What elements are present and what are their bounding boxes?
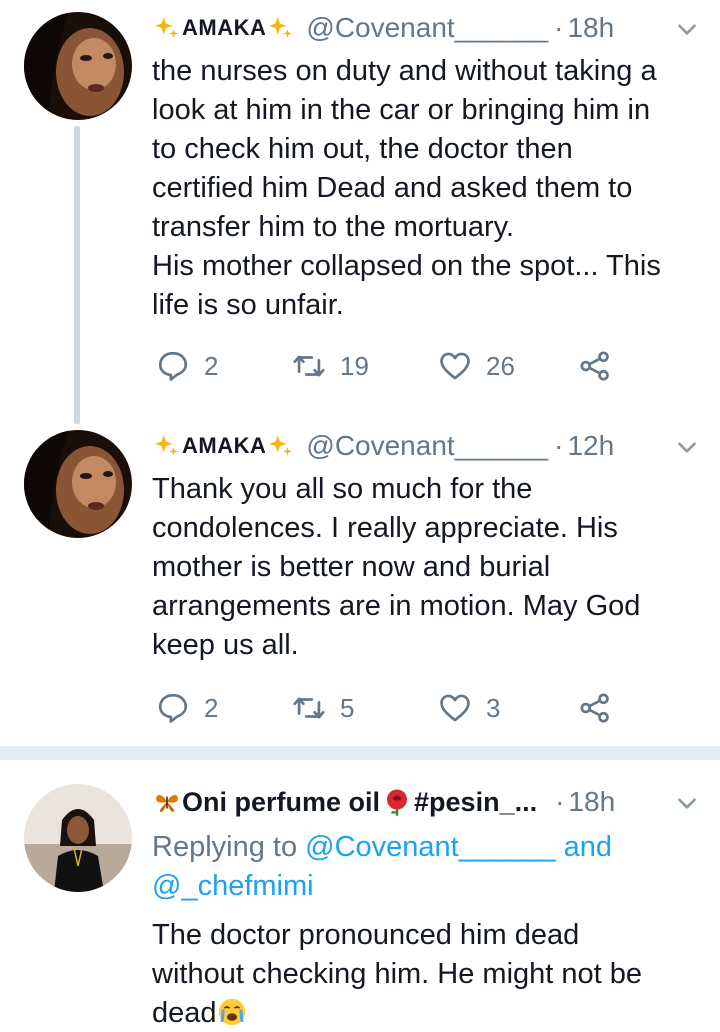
- tweet-1[interactable]: AMAKA @Covenant______ · 18h the nurses o…: [0, 0, 720, 430]
- tweet-line: mother is better now and burial: [152, 551, 551, 583]
- conversation-separator: [0, 746, 720, 760]
- tweet-last-word: dead: [152, 997, 217, 1029]
- reply-button[interactable]: 2: [156, 346, 218, 386]
- avatar[interactable]: [24, 12, 132, 120]
- reply-count: 2: [204, 350, 219, 381]
- tweet-text: The doctor pronounced him dead without c…: [152, 916, 696, 1032]
- tweet-line: look at him in the car or bringing him i…: [152, 94, 651, 126]
- crying-face-icon: [218, 998, 245, 1026]
- tweet-header: AMAKA @Covenant______ · 18h: [152, 8, 700, 48]
- retweet-count: 5: [340, 692, 355, 723]
- like-count: 26: [486, 350, 515, 381]
- reply-icon: [158, 693, 188, 723]
- replying-and[interactable]: and: [556, 831, 612, 863]
- replying-to-label: Replying to: [152, 831, 306, 863]
- tweet-line: keep us all.: [152, 629, 299, 661]
- rose-icon: [387, 789, 408, 816]
- sparkle-icon: [269, 17, 293, 38]
- like-icon: [440, 694, 470, 722]
- display-name-text: AMAKA: [182, 433, 267, 458]
- tweet-header: AMAKA @Covenant______ · 12h: [152, 426, 700, 466]
- tweet-line: Thank you all so much for the: [152, 473, 533, 505]
- share-button[interactable]: [578, 346, 612, 386]
- like-button[interactable]: 26: [438, 346, 515, 386]
- tweet-text: the nurses on duty and without taking a …: [152, 52, 696, 325]
- tweet-line: certified him Dead and asked them to: [152, 172, 633, 204]
- user-handle[interactable]: @Covenant______: [306, 430, 548, 462]
- replying-to: Replying to @Covenant______ and @_chefmi…: [152, 828, 696, 906]
- reply-icon: [158, 351, 188, 381]
- butterfly-icon: [156, 795, 178, 812]
- tweet-header: Oni perfume oil #pesin_... · 18h: [152, 782, 700, 822]
- display-name[interactable]: AMAKA: [152, 15, 296, 41]
- mention-link[interactable]: @Covenant______: [305, 831, 555, 863]
- tweet-actions: 2 19 26: [152, 346, 632, 386]
- tweet-line: life is so unfair.: [152, 289, 344, 321]
- tweet-line: The doctor pronounced him dead: [152, 919, 580, 951]
- reply-count: 2: [204, 692, 219, 723]
- avatar[interactable]: [24, 430, 132, 538]
- display-name[interactable]: AMAKA: [152, 433, 296, 459]
- tweet-line: without checking him. He might not be: [152, 958, 643, 990]
- tweet-line: arrangements are in motion. May God: [152, 590, 641, 622]
- chevron-down-icon[interactable]: [674, 16, 700, 42]
- like-button[interactable]: 3: [438, 688, 500, 728]
- display-name[interactable]: Oni perfume oil #pesin_...: [152, 787, 537, 818]
- timestamp[interactable]: 18h: [568, 786, 615, 818]
- sparkle-icon: [269, 435, 293, 456]
- tweet-2[interactable]: AMAKA @Covenant______ · 12h Thank you al…: [0, 418, 720, 746]
- timestamp[interactable]: 12h: [567, 430, 614, 462]
- tweet-line: the nurses on duty and without taking a: [152, 55, 657, 87]
- user-handle[interactable]: @Covenant______: [306, 12, 548, 44]
- tweet-line: transfer him to the mortuary.: [152, 211, 515, 243]
- mention-link[interactable]: @_chefmimi: [152, 870, 314, 902]
- share-icon: [580, 351, 609, 381]
- tweet-text: Thank you all so much for the condolence…: [152, 470, 696, 665]
- tweet-line-last: dead: [152, 994, 696, 1032]
- chevron-down-icon[interactable]: [674, 790, 700, 816]
- sparkle-icon: [155, 17, 178, 38]
- timestamp[interactable]: 18h: [567, 12, 614, 44]
- separator-dot: ·: [554, 12, 564, 43]
- sparkle-icon: [155, 435, 178, 456]
- hashtag-text: #pesin_...: [414, 786, 538, 817]
- chevron-down-icon[interactable]: [674, 434, 700, 460]
- avatar[interactable]: [24, 784, 132, 892]
- separator-dot: ·: [555, 786, 565, 817]
- separator-dot: ·: [554, 430, 564, 461]
- display-name-text: AMAKA: [182, 15, 267, 40]
- thread-line: [74, 126, 80, 424]
- retweet-icon: [293, 697, 325, 719]
- tweet-line: to check him out, the doctor then: [152, 133, 573, 165]
- display-name-text: Oni perfume oil: [182, 786, 381, 817]
- tweet-3[interactable]: Oni perfume oil #pesin_... · 18h Replyin…: [0, 760, 720, 1032]
- share-button[interactable]: [578, 688, 612, 728]
- retweet-button[interactable]: 19: [292, 346, 369, 386]
- tweet-line: condolences. I really appreciate. His: [152, 512, 618, 544]
- like-count: 3: [486, 692, 501, 723]
- retweet-count: 19: [340, 350, 369, 381]
- like-icon: [440, 352, 470, 380]
- reply-button[interactable]: 2: [156, 688, 218, 728]
- tweet-actions: 2 5 3: [152, 688, 632, 728]
- tweet-line: His mother collapsed on the spot... This: [152, 250, 661, 282]
- retweet-icon: [293, 355, 325, 377]
- share-icon: [580, 693, 609, 723]
- retweet-button[interactable]: 5: [292, 688, 354, 728]
